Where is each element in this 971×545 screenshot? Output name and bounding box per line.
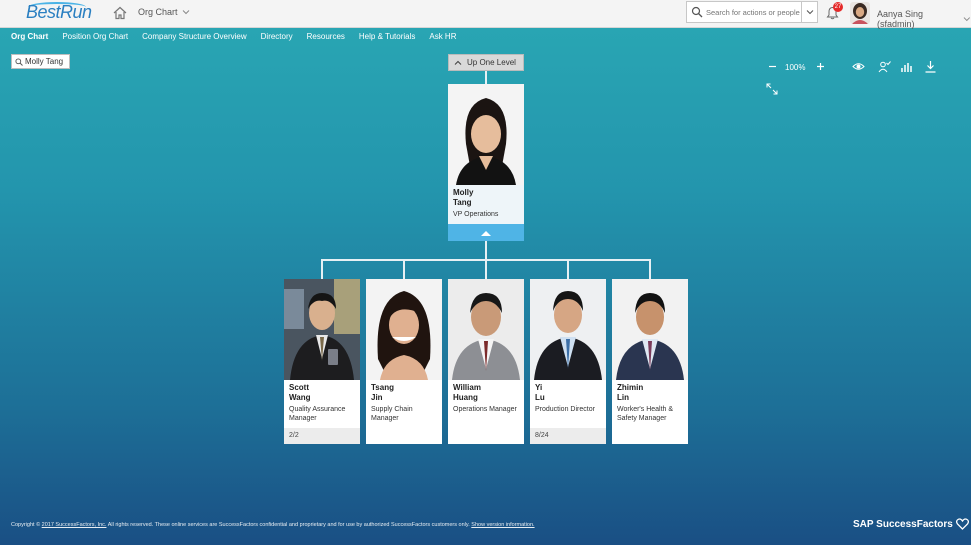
up-one-level-button[interactable]: Up One Level — [448, 54, 524, 71]
employee-name: Yi Lu — [530, 380, 606, 402]
connector-line — [403, 259, 405, 279]
first-name: Yi — [535, 383, 543, 392]
bar-chart-icon[interactable] — [900, 60, 913, 73]
avatar[interactable] — [850, 2, 870, 24]
connector-line — [485, 241, 487, 260]
user-menu[interactable]: Aanya Sing (sfadmin) — [877, 9, 971, 29]
last-name: Huang — [453, 392, 478, 402]
shell-bar: BestRun Org Chart 27 Aanya Sing (sf — [0, 0, 971, 29]
sap-successfactors-logo: SAP SuccessFactors — [853, 518, 969, 530]
chart-search-field[interactable]: Molly Tang — [11, 54, 70, 69]
org-card-report[interactable]: Tsang Jin Supply Chain Manager — [366, 279, 442, 444]
employee-photo — [612, 279, 688, 380]
last-name: Lu — [535, 392, 545, 402]
copyright-text: All rights reserved. These online servic… — [106, 522, 472, 528]
org-card-report[interactable]: Zhimin Lin Worker's Health & Safety Mana… — [612, 279, 688, 444]
nav-item-company-structure[interactable]: Company Structure Overview — [142, 32, 246, 41]
chevron-down-icon — [963, 17, 971, 22]
first-name: Molly — [453, 188, 474, 197]
nav-item-resources[interactable]: Resources — [307, 32, 345, 41]
first-name: Scott — [289, 383, 309, 392]
nav-item-org-chart[interactable]: Org Chart — [11, 32, 48, 41]
notification-badge: 27 — [833, 2, 843, 12]
employee-photo — [366, 279, 442, 380]
connector-line — [567, 259, 569, 279]
employee-photo — [448, 84, 524, 185]
last-name: Tang — [453, 197, 472, 207]
module-label: Org Chart — [138, 7, 178, 17]
fullscreen-icon[interactable] — [766, 83, 778, 95]
zoom-out-icon[interactable] — [768, 62, 777, 71]
chevron-down-icon — [182, 10, 189, 15]
footer-copyright: Copyright © 2017 SuccessFactors, Inc. Al… — [11, 522, 535, 528]
search-icon — [691, 6, 703, 18]
nav-item-position-org-chart[interactable]: Position Org Chart — [62, 32, 128, 41]
module-selector[interactable]: Org Chart — [138, 7, 190, 17]
person-check-icon[interactable] — [878, 60, 891, 73]
org-card-report[interactable]: Yi Lu Production Director 8/24 — [530, 279, 606, 444]
nav-item-help[interactable]: Help & Tutorials — [359, 32, 415, 41]
job-title: Operations Manager — [453, 406, 517, 413]
global-search-input[interactable] — [706, 7, 800, 17]
org-card-report[interactable]: William Huang Operations Manager — [448, 279, 524, 444]
first-name: William — [453, 383, 481, 392]
job-title: Production Director — [535, 406, 595, 413]
connector-line — [649, 259, 651, 279]
brand-text: SAP SuccessFactors — [853, 518, 953, 530]
job-title: Supply Chain Manager — [371, 406, 413, 422]
search-dropdown-button[interactable] — [801, 2, 817, 22]
chart-search-value: Molly Tang — [25, 57, 64, 66]
eye-icon[interactable] — [852, 60, 865, 73]
employee-photo — [284, 279, 360, 380]
copyright-prefix: Copyright © — [11, 522, 42, 528]
job-title: Worker's Health & Safety Manager — [617, 406, 674, 422]
search-icon — [15, 57, 23, 66]
download-icon[interactable] — [924, 60, 937, 73]
chevron-up-icon — [454, 60, 462, 65]
job-title: Quality Assurance Manager — [289, 406, 346, 422]
zoom-level: 100% — [785, 63, 806, 72]
nav-item-directory[interactable]: Directory — [261, 32, 293, 41]
employee-name: Tsang Jin — [366, 380, 442, 402]
user-name: Aanya Sing (sfadmin) — [877, 9, 924, 29]
company-logo[interactable]: BestRun — [26, 0, 92, 24]
first-name: Zhimin — [617, 383, 644, 392]
heart-icon — [955, 518, 969, 530]
up-one-level-label: Up One Level — [467, 58, 516, 67]
home-icon[interactable] — [113, 6, 127, 20]
employee-name: William Huang — [448, 380, 524, 402]
logo-text: BestRun — [26, 2, 92, 22]
connector-line — [485, 259, 487, 279]
zoom-in-icon[interactable] — [816, 62, 825, 71]
main-nav: Org Chart Position Org Chart Company Str… — [0, 28, 971, 45]
version-info-link[interactable]: Show version information. — [471, 522, 534, 528]
employee-photo — [448, 279, 524, 380]
chevron-down-icon — [806, 10, 813, 15]
org-card-root[interactable]: Molly Tang VP Operations — [448, 84, 524, 241]
employee-name: Zhimin Lin — [612, 380, 688, 402]
last-name: Lin — [617, 392, 629, 402]
global-search[interactable] — [686, 1, 818, 23]
job-title: VP Operations — [453, 211, 499, 218]
first-name: Tsang — [371, 383, 394, 392]
employee-name: Molly Tang — [448, 185, 524, 207]
nav-item-ask-hr[interactable]: Ask HR — [429, 32, 456, 41]
collapse-button[interactable] — [448, 224, 524, 241]
employee-name: Scott Wang — [284, 380, 360, 402]
employee-photo — [530, 279, 606, 380]
org-card-report[interactable]: Scott Wang Quality Assurance Manager 2/2 — [284, 279, 360, 444]
triangle-up-icon — [481, 230, 491, 236]
report-count[interactable]: 8/24 — [530, 428, 606, 444]
connector-line — [485, 71, 487, 84]
connector-line — [321, 259, 323, 279]
report-count[interactable]: 2/2 — [284, 428, 360, 444]
copyright-link[interactable]: 2017 SuccessFactors, Inc. — [42, 522, 107, 528]
last-name: Wang — [289, 392, 311, 402]
last-name: Jin — [371, 392, 383, 402]
